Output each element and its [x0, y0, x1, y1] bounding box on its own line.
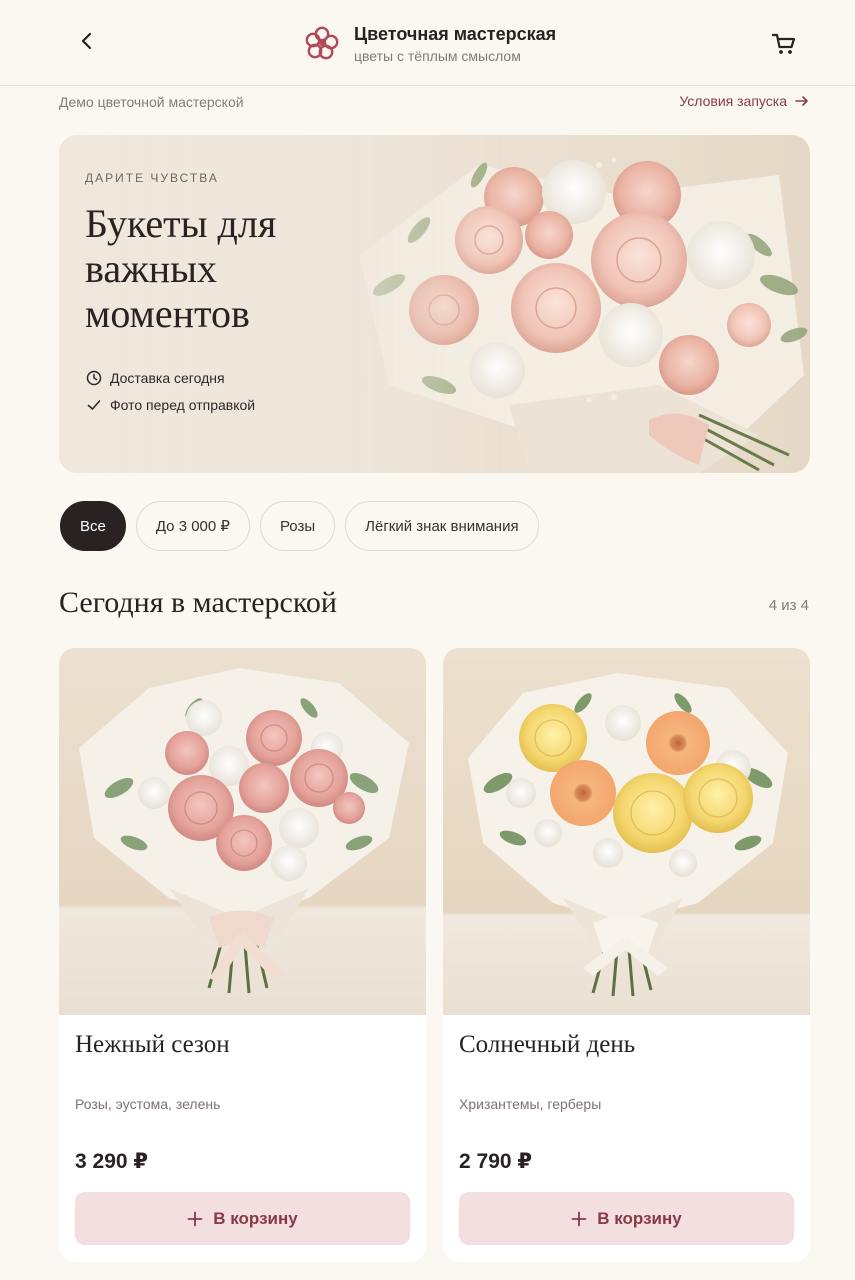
chevron-left-icon — [81, 32, 92, 50]
flower-logo-icon — [305, 26, 339, 60]
hero-eyebrow: ДАРИТЕ ЧУВСТВА — [85, 171, 219, 185]
product-image-yellow-bouquet — [443, 648, 810, 1015]
chip-under-3000[interactable]: До 3 000 ₽ — [135, 501, 250, 551]
launch-terms-link[interactable]: Условия запуска — [679, 93, 809, 109]
add-to-cart-button[interactable]: В корзину — [75, 1192, 410, 1245]
filter-chips: Все До 3 000 ₽ Розы Лёгкий знак внимания — [60, 501, 539, 551]
product-name: Нежный сезон — [75, 1031, 230, 1058]
product-description: Хризантемы, герберы — [459, 1096, 602, 1112]
plus-icon — [571, 1211, 587, 1226]
check-icon — [87, 400, 101, 410]
product-name: Солнечный день — [459, 1031, 636, 1058]
hero-feature-label: Доставка сегодня — [110, 370, 225, 386]
cart-icon — [771, 33, 796, 54]
app-header: Цветочная мастерская цветы с тёплым смыс… — [0, 0, 855, 86]
chip-light-gift[interactable]: Лёгкий знак внимания — [345, 501, 539, 551]
plus-icon — [187, 1211, 203, 1226]
results-count: 4 из 4 — [768, 597, 809, 614]
back-button[interactable] — [72, 26, 102, 56]
product-image-pink-bouquet — [59, 648, 426, 1015]
hero-banner: ДАРИТЕ ЧУВСТВА Букеты для важных моменто… — [59, 135, 810, 473]
add-to-cart-label: В корзину — [597, 1208, 682, 1228]
product-card[interactable]: Нежный сезон Розы, эустома, зелень 3 290… — [59, 648, 426, 1262]
hero-feature-photo: Фото перед отправкой — [86, 397, 255, 413]
brand-subtitle: цветы с тёплым смыслом — [354, 47, 521, 64]
hero-feature-delivery: Доставка сегодня — [86, 370, 225, 386]
clock-icon — [86, 370, 102, 386]
add-to-cart-button[interactable]: В корзину — [459, 1192, 794, 1245]
product-price: 2 790 ₽ — [459, 1150, 532, 1173]
brand-title: Цветочная мастерская — [354, 23, 557, 44]
add-to-cart-label: В корзину — [213, 1208, 298, 1228]
brand[interactable]: Цветочная мастерская цветы с тёплым смыс… — [304, 20, 556, 66]
arrow-right-icon — [795, 96, 808, 106]
demo-label: Демо цветочной мастерской — [59, 94, 244, 110]
section-title: Сегодня в мастерской — [59, 586, 337, 619]
product-description: Розы, эустома, зелень — [75, 1096, 221, 1112]
chip-roses[interactable]: Розы — [259, 501, 336, 551]
hero-feature-label: Фото перед отправкой — [110, 397, 256, 413]
hero-title: Букеты для важных моментов — [85, 201, 277, 336]
cart-button[interactable] — [768, 28, 800, 60]
product-card[interactable]: Солнечный день Хризантемы, герберы 2 790… — [443, 648, 810, 1262]
product-price: 3 290 ₽ — [75, 1150, 148, 1173]
launch-terms-label: Условия запуска — [679, 93, 787, 109]
chip-all[interactable]: Все — [60, 501, 126, 551]
